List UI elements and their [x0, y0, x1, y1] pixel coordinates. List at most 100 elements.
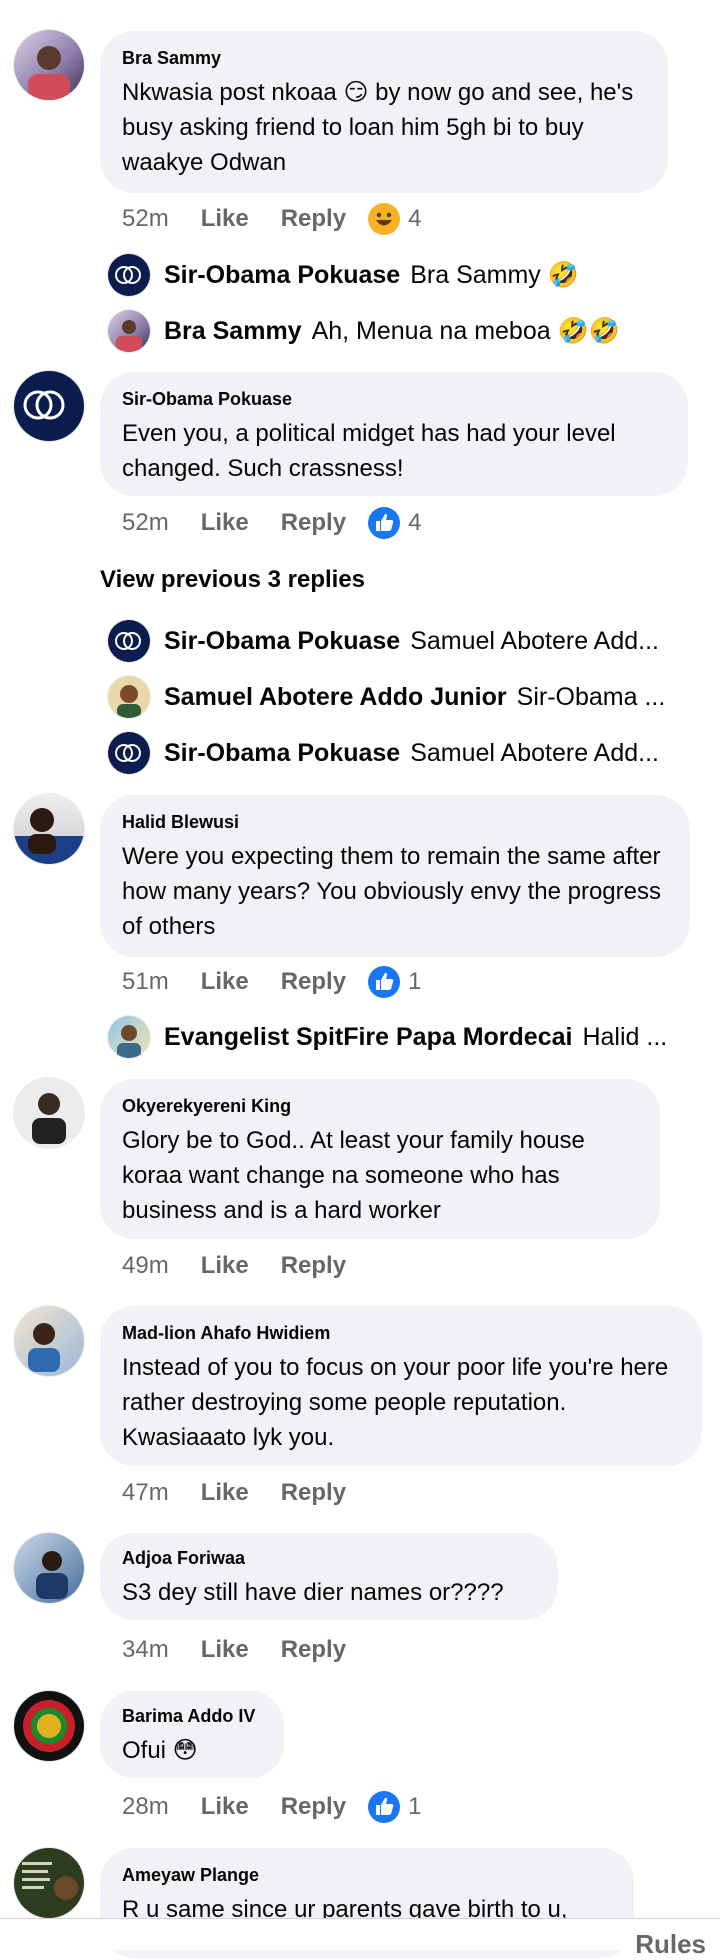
reply-item[interactable]: Sir-Obama Pokuase Samuel Abotere Add...: [164, 732, 680, 774]
view-previous-replies-link[interactable]: View previous 3 replies: [100, 566, 365, 594]
reply-text: Samuel Abotere Add...: [410, 626, 659, 655]
bottom-bar: Rules: [0, 1918, 720, 1959]
comment-author[interactable]: Barima Addo IV: [122, 1705, 262, 1727]
reply-button[interactable]: Reply: [281, 205, 346, 233]
avatar-photo-icon: [14, 1691, 84, 1761]
thumbs-up-react-icon[interactable]: [368, 966, 401, 998]
comment-author[interactable]: Ameyaw Plange: [122, 1864, 612, 1886]
avatar[interactable]: [14, 30, 84, 100]
comment-time[interactable]: 52m: [122, 509, 169, 537]
avatar-photo-icon: [117, 1025, 141, 1058]
comment-author[interactable]: Halid Blewusi: [122, 811, 668, 833]
comment-actions: 52m Like Reply 4: [122, 505, 421, 541]
comment-actions: 34m Like Reply: [122, 1632, 368, 1668]
avatar-photo-icon: [28, 46, 70, 100]
laugh-react-icon[interactable]: [368, 203, 401, 235]
comment-time[interactable]: 34m: [122, 1636, 169, 1664]
like-button[interactable]: Like: [201, 205, 249, 233]
comment-text: Even you, a political midget has had you…: [122, 420, 616, 482]
rules-link[interactable]: Rules: [635, 1929, 706, 1960]
avatar[interactable]: [14, 1848, 84, 1918]
avatar[interactable]: [108, 1016, 150, 1058]
reply-author[interactable]: Sir-Obama Pokuase: [164, 739, 400, 768]
avatar[interactable]: [14, 371, 84, 441]
comment-actions: 49m Like Reply: [122, 1248, 368, 1284]
thumbs-up-react-icon[interactable]: [368, 1791, 401, 1823]
comment-time[interactable]: 52m: [122, 205, 169, 233]
comment-time[interactable]: 51m: [122, 968, 169, 996]
comment-text: Nkwasia post nkoaa 😏 by now go and see, …: [122, 79, 634, 176]
thumbs-up-react-icon[interactable]: [368, 507, 401, 539]
reply-button[interactable]: Reply: [281, 509, 346, 537]
avatar-photo-icon: [28, 1323, 60, 1372]
avatar[interactable]: [14, 1078, 84, 1148]
avatar[interactable]: [108, 254, 150, 296]
reply-text: Bra Sammy 🤣: [410, 260, 579, 289]
reaction-count[interactable]: 1: [408, 1793, 421, 1821]
reply-item[interactable]: Samuel Abotere Addo Junior Sir-Obama ...: [164, 676, 680, 718]
reply-author[interactable]: Evangelist SpitFire Papa Mordecai: [164, 1023, 572, 1052]
comment-text: Instead of you to focus on your poor lif…: [122, 1354, 669, 1451]
comment-time[interactable]: 28m: [122, 1793, 169, 1821]
reply-button[interactable]: Reply: [281, 1252, 346, 1280]
like-button[interactable]: Like: [201, 1636, 249, 1664]
comment-actions: 28m Like Reply 1: [122, 1789, 421, 1825]
reply-button[interactable]: Reply: [281, 968, 346, 996]
reply-item[interactable]: Sir-Obama Pokuase Samuel Abotere Add...: [164, 620, 680, 662]
comment-bubble: Mad-lion Ahafo Hwidiem Instead of you to…: [100, 1306, 702, 1466]
avatar-photo-icon: [32, 1093, 66, 1144]
comment-author[interactable]: Adjoa Foriwaa: [122, 1547, 536, 1569]
avatar[interactable]: [14, 794, 84, 864]
avatar-photo-icon: [22, 1862, 78, 1900]
logo-icon: [115, 744, 141, 762]
avatar-photo-icon: [117, 685, 141, 718]
comment-bubble: Halid Blewusi Were you expecting them to…: [100, 795, 690, 957]
reply-text: Halid ...: [582, 1022, 668, 1051]
reply-button[interactable]: Reply: [281, 1636, 346, 1664]
reply-item[interactable]: Evangelist SpitFire Papa Mordecai Halid …: [164, 1016, 680, 1058]
comment-bubble: Adjoa Foriwaa S3 dey still have dier nam…: [100, 1533, 558, 1620]
avatar[interactable]: [108, 310, 150, 352]
like-button[interactable]: Like: [201, 1793, 249, 1821]
comment-time[interactable]: 47m: [122, 1479, 169, 1507]
reaction-count[interactable]: 4: [408, 205, 421, 233]
comment-actions: 47m Like Reply: [122, 1475, 368, 1511]
avatar[interactable]: [14, 1533, 84, 1603]
avatar-photo-icon: [28, 808, 56, 854]
comment-author[interactable]: Mad-lion Ahafo Hwidiem: [122, 1322, 680, 1344]
comment-author[interactable]: Sir-Obama Pokuase: [122, 388, 666, 410]
reply-author[interactable]: Sir-Obama Pokuase: [164, 261, 400, 290]
avatar-photo-icon: [36, 1551, 68, 1599]
logo-icon: [115, 632, 141, 650]
avatar[interactable]: [14, 1691, 84, 1761]
comment-bubble: Sir-Obama Pokuase Even you, a political …: [100, 372, 688, 496]
avatar[interactable]: [108, 620, 150, 662]
reply-item[interactable]: Bra Sammy Ah, Menua na meboa 🤣🤣: [164, 310, 680, 352]
reply-author[interactable]: Bra Sammy: [164, 317, 302, 346]
comment-bubble: Okyerekyereni King Glory be to God.. At …: [100, 1079, 660, 1239]
like-button[interactable]: Like: [201, 968, 249, 996]
reaction-count[interactable]: 4: [408, 509, 421, 537]
reply-text: Ah, Menua na meboa 🤣🤣: [311, 316, 620, 345]
comment-author[interactable]: Okyerekyereni King: [122, 1095, 638, 1117]
like-button[interactable]: Like: [201, 1252, 249, 1280]
reply-button[interactable]: Reply: [281, 1479, 346, 1507]
like-button[interactable]: Like: [201, 1479, 249, 1507]
avatar-photo-icon: [116, 320, 142, 352]
reply-author[interactable]: Samuel Abotere Addo Junior: [164, 683, 507, 712]
comment-text: Were you expecting them to remain the sa…: [122, 843, 661, 940]
comment-text: Ofui 😳: [122, 1737, 198, 1764]
logo-icon: [115, 266, 141, 284]
avatar[interactable]: [14, 1306, 84, 1376]
comment-time[interactable]: 49m: [122, 1252, 169, 1280]
comment-text: S3 dey still have dier names or????: [122, 1579, 504, 1606]
avatar[interactable]: [108, 732, 150, 774]
reaction-count[interactable]: 1: [408, 968, 421, 996]
avatar[interactable]: [108, 676, 150, 718]
comment-author[interactable]: Bra Sammy: [122, 47, 646, 69]
reply-item[interactable]: Sir-Obama Pokuase Bra Sammy 🤣: [164, 254, 680, 296]
like-button[interactable]: Like: [201, 509, 249, 537]
reply-button[interactable]: Reply: [281, 1793, 346, 1821]
comment-actions: 52m Like Reply 4: [122, 201, 421, 237]
reply-author[interactable]: Sir-Obama Pokuase: [164, 627, 400, 656]
